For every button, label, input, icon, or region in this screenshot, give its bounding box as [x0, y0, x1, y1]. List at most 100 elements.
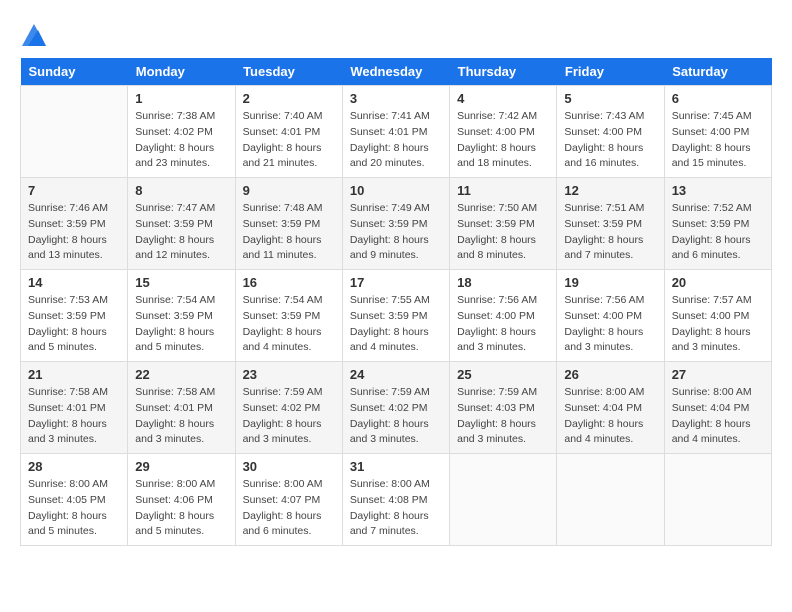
day-info: Sunrise: 7:53 AMSunset: 3:59 PMDaylight:… — [28, 293, 120, 356]
day-number: 18 — [457, 275, 549, 290]
calendar-table: SundayMondayTuesdayWednesdayThursdayFrid… — [20, 58, 772, 546]
day-cell: 14Sunrise: 7:53 AMSunset: 3:59 PMDayligh… — [21, 270, 128, 362]
day-info: Sunrise: 7:54 AMSunset: 3:59 PMDaylight:… — [135, 293, 227, 356]
day-number: 1 — [135, 91, 227, 106]
day-cell: 24 Sunrise: 7:59 AMSunset: 4:02 PMDayligh… — [342, 362, 449, 454]
day-cell: 28 Sunrise: 8:00 AMSunset: 4:05 PMDayligh… — [21, 454, 128, 546]
day-header-sunday: Sunday — [21, 58, 128, 86]
day-number: 9 — [243, 183, 335, 198]
day-cell: 22 Sunrise: 7:58 AMSunset: 4:01 PMDayligh… — [128, 362, 235, 454]
day-info: Sunrise: 7:59 AMSunset: 4:02 PMDaylight:… — [243, 385, 335, 448]
day-number: 22 — [135, 367, 227, 382]
day-cell: 15 Sunrise: 7:54 AMSunset: 3:59 PMDayligh… — [128, 270, 235, 362]
day-cell: 21Sunrise: 7:58 AMSunset: 4:01 PMDayligh… — [21, 362, 128, 454]
day-info: Sunrise: 8:00 AMSunset: 4:06 PMDaylight:… — [135, 477, 227, 540]
day-number: 19 — [564, 275, 656, 290]
day-info: Sunrise: 7:58 AMSunset: 4:01 PMDaylight:… — [28, 385, 120, 448]
day-info: Sunrise: 8:00 AMSunset: 4:05 PMDaylight:… — [28, 477, 120, 540]
day-number: 13 — [672, 183, 764, 198]
day-number: 28 — [28, 459, 120, 474]
day-cell: 11 Sunrise: 7:50 AMSunset: 3:59 PMDayligh… — [450, 178, 557, 270]
day-info: Sunrise: 7:43 AMSunset: 4:00 PMDaylight:… — [564, 109, 656, 172]
day-number: 26 — [564, 367, 656, 382]
day-cell: 18Sunrise: 7:56 AMSunset: 4:00 PMDayligh… — [450, 270, 557, 362]
day-info: Sunrise: 8:00 AMSunset: 4:04 PMDaylight:… — [672, 385, 764, 448]
week-row-1: 1 Sunrise: 7:38 AMSunset: 4:02 PMDaylight… — [21, 86, 772, 178]
week-row-4: 21Sunrise: 7:58 AMSunset: 4:01 PMDayligh… — [21, 362, 772, 454]
day-number: 6 — [672, 91, 764, 106]
day-number: 5 — [564, 91, 656, 106]
day-info: Sunrise: 7:55 AMSunset: 3:59 PMDaylight:… — [350, 293, 442, 356]
day-info: Sunrise: 7:46 AMSunset: 3:59 PMDaylight:… — [28, 201, 120, 264]
day-cell: 13 Sunrise: 7:52 AMSunset: 3:59 PMDayligh… — [664, 178, 771, 270]
day-cell — [664, 454, 771, 546]
day-info: Sunrise: 7:41 AMSunset: 4:01 PMDaylight:… — [350, 109, 442, 172]
day-info: Sunrise: 7:54 AMSunset: 3:59 PMDaylight:… — [243, 293, 335, 356]
day-info: Sunrise: 7:52 AMSunset: 3:59 PMDaylight:… — [672, 201, 764, 264]
day-cell: 25Sunrise: 7:59 AMSunset: 4:03 PMDayligh… — [450, 362, 557, 454]
day-info: Sunrise: 7:50 AMSunset: 3:59 PMDaylight:… — [457, 201, 549, 264]
day-cell: 3 Sunrise: 7:41 AMSunset: 4:01 PMDaylight… — [342, 86, 449, 178]
day-cell: 9 Sunrise: 7:48 AMSunset: 3:59 PMDaylight… — [235, 178, 342, 270]
day-header-thursday: Thursday — [450, 58, 557, 86]
day-cell: 20Sunrise: 7:57 AMSunset: 4:00 PMDayligh… — [664, 270, 771, 362]
day-cell: 8Sunrise: 7:47 AMSunset: 3:59 PMDaylight… — [128, 178, 235, 270]
day-header-friday: Friday — [557, 58, 664, 86]
day-cell: 10 Sunrise: 7:49 AMSunset: 3:59 PMDayligh… — [342, 178, 449, 270]
day-header-monday: Monday — [128, 58, 235, 86]
day-cell: 12 Sunrise: 7:51 AMSunset: 3:59 PMDayligh… — [557, 178, 664, 270]
week-row-3: 14Sunrise: 7:53 AMSunset: 3:59 PMDayligh… — [21, 270, 772, 362]
day-info: Sunrise: 7:42 AMSunset: 4:00 PMDaylight:… — [457, 109, 549, 172]
day-number: 30 — [243, 459, 335, 474]
day-info: Sunrise: 8:00 AMSunset: 4:04 PMDaylight:… — [564, 385, 656, 448]
day-info: Sunrise: 8:00 AMSunset: 4:07 PMDaylight:… — [243, 477, 335, 540]
day-number: 8 — [135, 183, 227, 198]
day-number: 11 — [457, 183, 549, 198]
logo — [20, 20, 52, 48]
day-number: 12 — [564, 183, 656, 198]
day-header-tuesday: Tuesday — [235, 58, 342, 86]
day-cell: 4Sunrise: 7:42 AMSunset: 4:00 PMDaylight… — [450, 86, 557, 178]
day-number: 17 — [350, 275, 442, 290]
day-cell: 16 Sunrise: 7:54 AMSunset: 3:59 PMDayligh… — [235, 270, 342, 362]
week-row-5: 28 Sunrise: 8:00 AMSunset: 4:05 PMDayligh… — [21, 454, 772, 546]
day-info: Sunrise: 7:59 AMSunset: 4:02 PMDaylight:… — [350, 385, 442, 448]
day-cell: 5 Sunrise: 7:43 AMSunset: 4:00 PMDaylight… — [557, 86, 664, 178]
day-header-wednesday: Wednesday — [342, 58, 449, 86]
day-info: Sunrise: 7:38 AMSunset: 4:02 PMDaylight:… — [135, 109, 227, 172]
day-info: Sunrise: 7:45 AMSunset: 4:00 PMDaylight:… — [672, 109, 764, 172]
logo-icon — [20, 20, 48, 48]
day-cell — [557, 454, 664, 546]
calendar-header-row: SundayMondayTuesdayWednesdayThursdayFrid… — [21, 58, 772, 86]
day-cell — [21, 86, 128, 178]
day-cell: 31 Sunrise: 8:00 AMSunset: 4:08 PMDayligh… — [342, 454, 449, 546]
day-cell: 2 Sunrise: 7:40 AMSunset: 4:01 PMDaylight… — [235, 86, 342, 178]
day-cell: 26 Sunrise: 8:00 AMSunset: 4:04 PMDayligh… — [557, 362, 664, 454]
day-number: 2 — [243, 91, 335, 106]
day-cell — [450, 454, 557, 546]
day-info: Sunrise: 7:58 AMSunset: 4:01 PMDaylight:… — [135, 385, 227, 448]
day-info: Sunrise: 7:57 AMSunset: 4:00 PMDaylight:… — [672, 293, 764, 356]
day-cell: 6 Sunrise: 7:45 AMSunset: 4:00 PMDaylight… — [664, 86, 771, 178]
day-cell: 17 Sunrise: 7:55 AMSunset: 3:59 PMDayligh… — [342, 270, 449, 362]
day-cell: 30 Sunrise: 8:00 AMSunset: 4:07 PMDayligh… — [235, 454, 342, 546]
day-info: Sunrise: 7:40 AMSunset: 4:01 PMDaylight:… — [243, 109, 335, 172]
day-info: Sunrise: 7:49 AMSunset: 3:59 PMDaylight:… — [350, 201, 442, 264]
page-header — [20, 20, 772, 48]
day-cell: 23 Sunrise: 7:59 AMSunset: 4:02 PMDayligh… — [235, 362, 342, 454]
day-info: Sunrise: 7:56 AMSunset: 4:00 PMDaylight:… — [564, 293, 656, 356]
day-number: 3 — [350, 91, 442, 106]
day-info: Sunrise: 7:48 AMSunset: 3:59 PMDaylight:… — [243, 201, 335, 264]
day-number: 23 — [243, 367, 335, 382]
day-cell: 1 Sunrise: 7:38 AMSunset: 4:02 PMDaylight… — [128, 86, 235, 178]
day-number: 10 — [350, 183, 442, 198]
day-number: 15 — [135, 275, 227, 290]
day-info: Sunrise: 8:00 AMSunset: 4:08 PMDaylight:… — [350, 477, 442, 540]
day-cell: 29Sunrise: 8:00 AMSunset: 4:06 PMDayligh… — [128, 454, 235, 546]
day-number: 24 — [350, 367, 442, 382]
day-number: 16 — [243, 275, 335, 290]
day-number: 25 — [457, 367, 549, 382]
week-row-2: 7Sunrise: 7:46 AMSunset: 3:59 PMDaylight… — [21, 178, 772, 270]
day-info: Sunrise: 7:51 AMSunset: 3:59 PMDaylight:… — [564, 201, 656, 264]
day-number: 31 — [350, 459, 442, 474]
